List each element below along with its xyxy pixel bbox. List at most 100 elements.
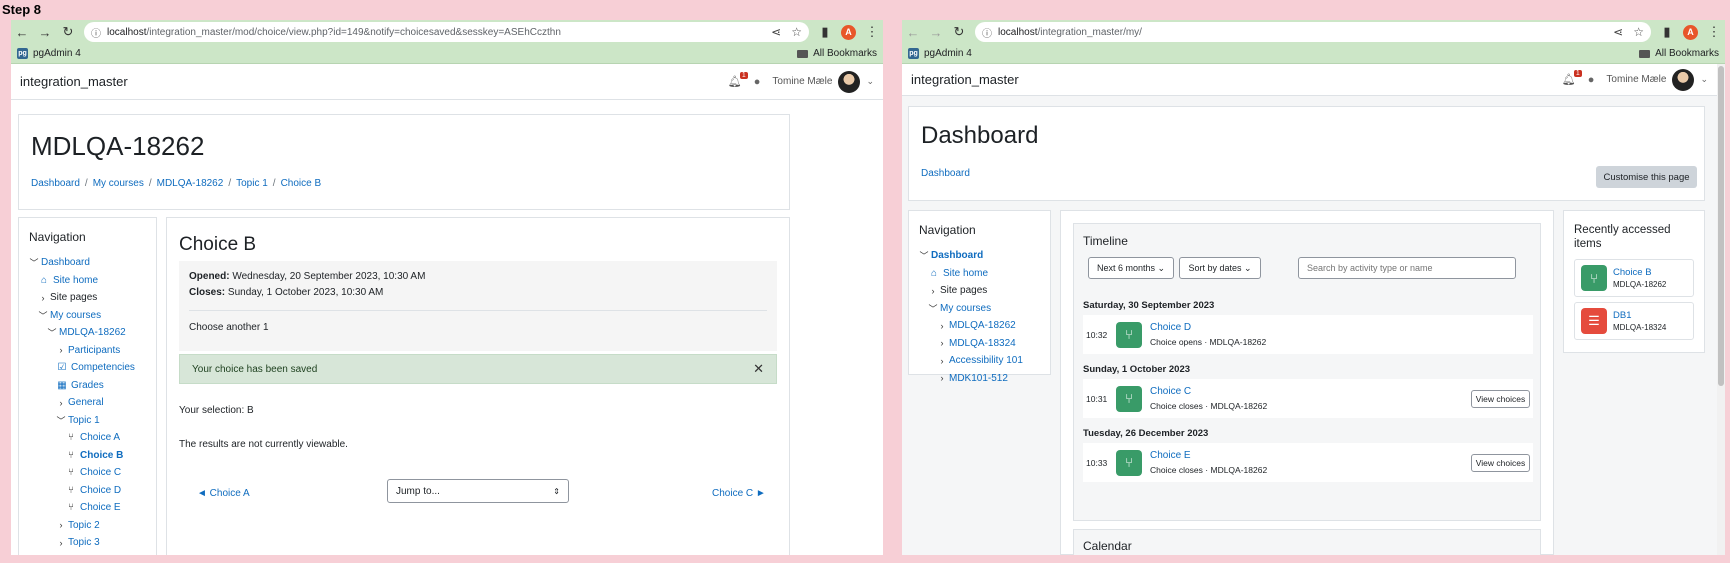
site-name[interactable]: integration_master [911,72,1019,87]
star-icon[interactable]: ☆ [791,25,802,39]
chevron-down-icon[interactable]: ﹀ [56,414,66,427]
nav-item[interactable]: ﹀ Topic 1 [29,412,146,430]
sort-select[interactable]: Sort by dates ⌄ [1179,257,1261,279]
chevron-right-icon[interactable]: › [56,520,66,530]
event-activity-link[interactable]: Choice E [1150,450,1267,461]
nav-item[interactable]: ﹀ My courses [919,300,1040,318]
view-choices-button[interactable]: View choices [1471,390,1530,408]
all-bookmarks[interactable]: All Bookmarks [813,48,877,59]
nav-item[interactable]: › Participants [29,342,146,360]
nav-item[interactable]: ﹀ MDLQA-18262 [29,324,146,342]
chevron-down-icon[interactable]: ﹀ [928,302,938,315]
forward-icon[interactable]: → [38,25,52,40]
address-bar[interactable]: ⓘ localhost/integration_master/my/ ⋖ ☆ [975,22,1651,42]
user-name[interactable]: Tomine Mæle [772,76,832,87]
scrollbar-thumb[interactable] [1718,66,1724,386]
nav-item[interactable]: › Accessibility 101 [919,352,1040,370]
nav-item[interactable]: ☑ Competencies [29,359,146,377]
messages-icon[interactable]: ● [754,76,761,88]
reload-icon[interactable]: ↻ [952,24,966,40]
share-icon[interactable]: ⋖ [1613,25,1623,39]
star-icon[interactable]: ☆ [1633,25,1644,39]
chevron-down-icon[interactable]: ﹀ [919,249,929,262]
info-icon[interactable]: ⓘ [982,25,992,40]
nav-item[interactable]: › General [29,394,146,412]
event-activity-link[interactable]: Choice C [1150,386,1267,397]
nav-item[interactable]: ﹀ Dashboard [29,254,146,272]
recent-item[interactable]: ☰ DB1 MDLQA-18324 [1574,302,1694,340]
breadcrumb-topic[interactable]: Topic 1 [236,178,268,189]
info-icon[interactable]: ⓘ [91,25,101,40]
jump-to-select[interactable]: Jump to... ⇕ [387,479,569,503]
user-name[interactable]: Tomine Mæle [1606,74,1666,85]
chevron-down-icon[interactable]: ﹀ [47,326,57,339]
nav-item[interactable]: ﹀ My courses [29,307,146,325]
chevron-right-icon[interactable]: › [937,321,947,331]
profile-avatar[interactable]: A [841,24,856,40]
nav-item[interactable]: › Topic 3 [29,534,146,552]
bookmark-pgadmin[interactable]: pgAdmin 4 [924,48,972,59]
menu-icon[interactable]: ⋮ [1707,24,1721,40]
all-bookmarks[interactable]: All Bookmarks [1655,48,1719,59]
event-activity-link[interactable]: Choice D [1150,322,1266,333]
nav-item[interactable]: ⑂ Choice B [29,447,146,465]
reload-icon[interactable]: ↻ [61,24,75,40]
page-scrollbar[interactable] [1717,64,1725,555]
view-choices-button[interactable]: View choices [1471,454,1530,472]
nav-item[interactable]: ⑂ Choice A [29,429,146,447]
back-icon[interactable]: ← [906,25,920,40]
menu-icon[interactable]: ⋮ [865,24,879,40]
close-icon[interactable]: ✕ [753,361,764,377]
address-bar[interactable]: ⓘ localhost/integration_master/mod/choic… [84,22,809,42]
nav-item[interactable]: ⑂ Choice E [29,499,146,517]
breadcrumb-dashboard[interactable]: Dashboard [921,168,970,179]
next-activity-link[interactable]: Choice C ► [712,488,766,499]
back-icon[interactable]: ← [15,25,29,40]
nav-item[interactable]: › Topic 2 [29,517,146,535]
chevron-right-icon[interactable]: › [937,338,947,348]
chevron-right-icon[interactable]: › [56,345,66,355]
bookmark-pgadmin[interactable]: pgAdmin 4 [33,48,81,59]
recent-item[interactable]: ⑂ Choice B MDLQA-18262 [1574,259,1694,297]
date-range-select[interactable]: Next 6 months ⌄ [1088,257,1174,279]
recent-item-name[interactable]: Choice B [1613,267,1666,278]
chevron-down-icon[interactable]: ⌄ [1700,74,1708,85]
chevron-down-icon[interactable]: ⌄ [866,76,874,87]
nav-item[interactable]: › MDK101-512 [919,370,1040,388]
nav-item[interactable]: › MDLQA-18262 [919,317,1040,335]
notification-bell-icon[interactable]: 🔔︎ 1 [1562,70,1582,86]
nav-item[interactable]: ⑂ Choice C [29,464,146,482]
nav-item[interactable]: › Site pages [29,289,146,307]
nav-item[interactable]: › MDLQA-18324 [919,335,1040,353]
chevron-right-icon[interactable]: › [928,286,938,296]
recent-item-name[interactable]: DB1 [1613,310,1666,321]
chevron-right-icon[interactable]: › [56,538,66,548]
chevron-right-icon[interactable]: › [56,398,66,408]
chevron-right-icon[interactable]: › [38,293,48,303]
chevron-right-icon[interactable]: › [937,356,947,366]
nav-item[interactable]: ▦ Grades [29,377,146,395]
sidepanel-icon[interactable]: ▮ [818,24,832,40]
timeline-search-input[interactable] [1298,257,1516,279]
nav-item[interactable]: › Site pages [919,282,1040,300]
messages-icon[interactable]: ● [1588,74,1595,86]
chevron-down-icon[interactable]: ﹀ [29,256,39,269]
chevron-right-icon[interactable]: › [937,373,947,383]
breadcrumb-choice[interactable]: Choice B [281,178,322,189]
breadcrumb-my-courses[interactable]: My courses [93,178,144,189]
user-avatar[interactable] [1672,68,1695,91]
user-avatar[interactable] [838,70,861,93]
nav-item[interactable]: ⌂ Site home [29,272,146,290]
breadcrumb-dashboard[interactable]: Dashboard [31,178,80,189]
prev-activity-link[interactable]: ◄ Choice A [197,488,250,499]
notification-bell-icon[interactable]: 🔔︎ 1 [728,72,748,88]
chevron-down-icon[interactable]: ﹀ [38,309,48,322]
site-name[interactable]: integration_master [20,74,128,89]
nav-item[interactable]: ⌂ Site home [919,265,1040,283]
forward-icon[interactable]: → [929,25,943,40]
profile-avatar[interactable]: A [1683,24,1698,40]
sidepanel-icon[interactable]: ▮ [1660,24,1674,40]
breadcrumb-course[interactable]: MDLQA-18262 [157,178,224,189]
share-icon[interactable]: ⋖ [771,25,781,39]
nav-item[interactable]: ﹀ Dashboard [919,247,1040,265]
